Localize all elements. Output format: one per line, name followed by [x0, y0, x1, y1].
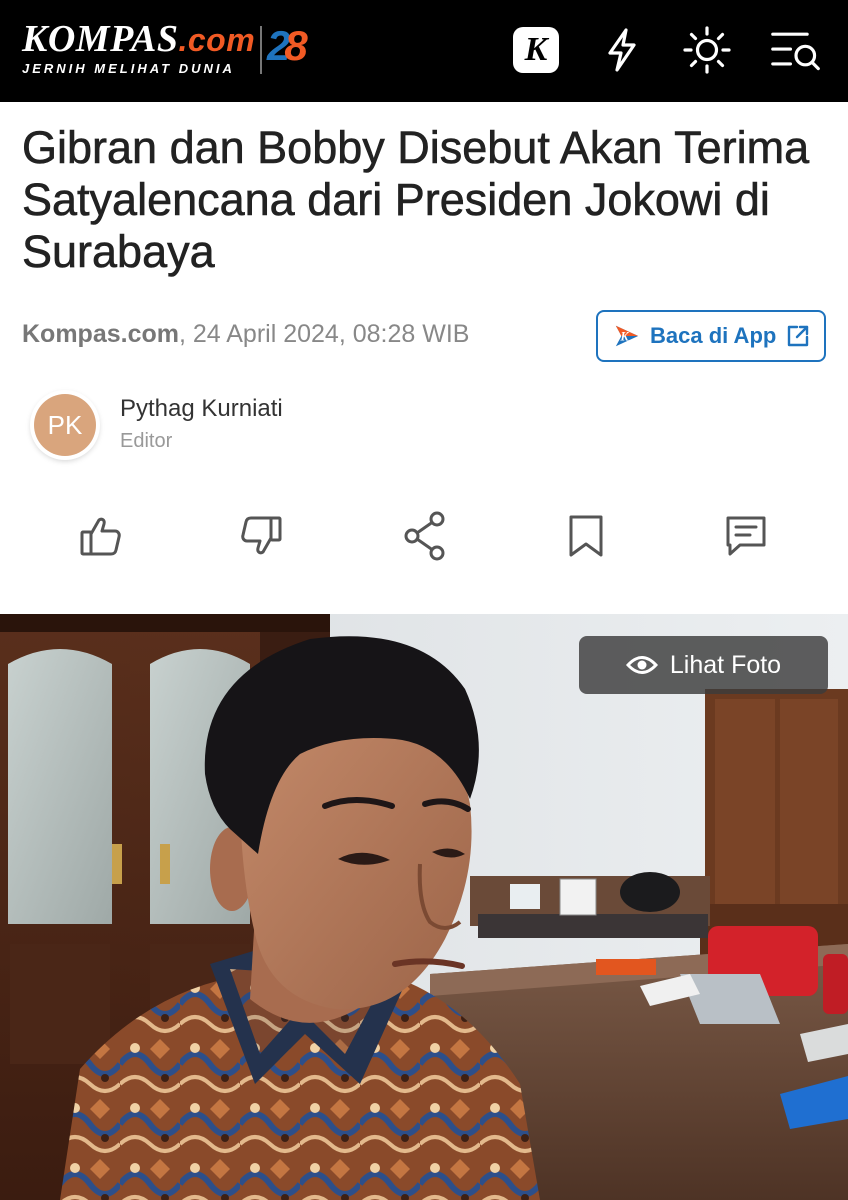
dislike-icon [241, 516, 282, 555]
logo-wordmark: KOMPAS.com [22, 18, 256, 60]
menu-search-icon [771, 32, 820, 71]
eye-icon [625, 656, 658, 674]
view-photo-button[interactable]: Lihat Foto [579, 636, 828, 694]
author-name[interactable]: Pythag Kurniati [120, 395, 283, 423]
share-button[interactable] [399, 510, 451, 562]
lightning-button[interactable] [596, 24, 648, 76]
kompas-k-button[interactable]: K [510, 24, 562, 76]
top-bar: KOMPAS.com JERNIH MELIHAT DUNIA 28 K [0, 0, 848, 102]
dislike-button[interactable] [236, 510, 288, 562]
comment-icon [726, 516, 766, 556]
read-in-app-label: Baca di App [650, 323, 777, 348]
menu-search-button[interactable] [770, 24, 822, 76]
logo-dotcom: .com [178, 22, 256, 58]
article-source[interactable]: Kompas.com [22, 320, 179, 348]
author-role: Editor [120, 430, 173, 452]
photo-illustration [0, 614, 848, 1200]
k-badge-icon: K [513, 27, 559, 73]
article-title: Gibran dan Bobby Disebut Akan Terima Sat… [22, 122, 810, 278]
lightning-icon [608, 28, 636, 72]
read-in-app-button[interactable]: K Baca di App [596, 310, 826, 362]
bookmark-icon [569, 515, 603, 557]
comment-button[interactable] [720, 510, 772, 562]
share-icon [404, 511, 445, 561]
like-button[interactable] [74, 510, 126, 562]
bookmark-button[interactable] [560, 510, 612, 562]
sun-icon [683, 26, 731, 74]
svg-text:K: K [620, 330, 630, 344]
theme-toggle-button[interactable] [681, 24, 733, 76]
article-photo[interactable]: Lihat Foto [0, 614, 848, 1200]
like-icon [80, 517, 121, 556]
anniversary-mark: 28 [267, 22, 308, 70]
anniversary-digit-8: 8 [284, 22, 308, 69]
article-meta: Kompas.com, 24 April 2024, 08:28 WIB [22, 320, 469, 349]
avatar[interactable]: PK [34, 394, 96, 456]
article-date: , 24 April 2024, 08:28 WIB [178, 320, 470, 348]
kompas-logo[interactable]: KOMPAS.com JERNIH MELIHAT DUNIA [22, 20, 255, 76]
logo-divider [260, 26, 262, 74]
kompas-app-icon: K [615, 325, 639, 347]
logo-tagline: JERNIH MELIHAT DUNIA [22, 61, 235, 76]
external-link-icon [788, 325, 809, 347]
view-photo-label: Lihat Foto [669, 650, 782, 679]
